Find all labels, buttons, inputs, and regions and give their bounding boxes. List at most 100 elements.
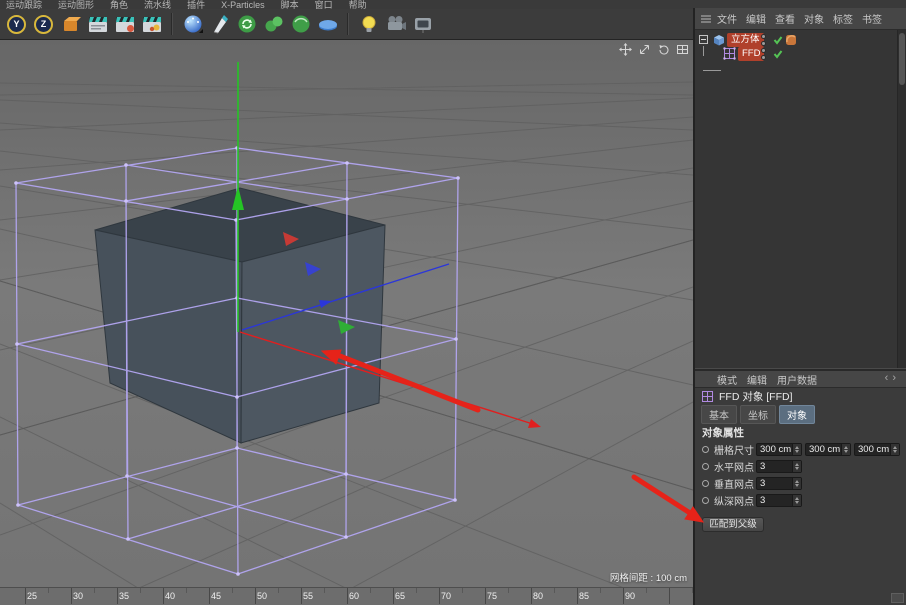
generator-icon: [290, 13, 312, 35]
menu-window[interactable]: 窗口: [315, 0, 333, 9]
object-label-cube[interactable]: 立方体: [727, 33, 764, 47]
toolbar-separator: [347, 13, 349, 35]
light-button[interactable]: [356, 12, 381, 37]
pan-icon[interactable]: [619, 43, 632, 56]
menu-help[interactable]: 帮助: [349, 0, 367, 9]
zoom-icon[interactable]: [638, 43, 651, 56]
horizontal-ruler: 25 30 35 40 45 50 55 60 65 70 75 80 85 9…: [0, 587, 693, 605]
viewport[interactable]: 网格间距 : 100 cm: [0, 40, 693, 587]
match-to-parent-button[interactable]: 匹配到父级: [702, 517, 764, 532]
spinner[interactable]: [792, 495, 801, 506]
coordinate-tool-button[interactable]: [58, 12, 83, 37]
render-picture-viewer-button[interactable]: [112, 12, 137, 37]
om-menu-file[interactable]: 文件: [717, 11, 737, 26]
metaball-button[interactable]: [261, 12, 286, 37]
menu-character[interactable]: 角色: [110, 0, 128, 9]
ffd-object-icon: [723, 47, 736, 60]
history-arrows[interactable]: ‹›: [885, 372, 900, 384]
optimize-button[interactable]: [234, 12, 259, 37]
render-view-button[interactable]: [85, 12, 110, 37]
property-label: 纵深网点: [714, 493, 756, 508]
panel-menu-icon[interactable]: [700, 14, 712, 24]
om-menu-tags[interactable]: 标签: [833, 11, 853, 26]
ruler-minor-ticks: [48, 588, 693, 593]
axis-x-arrow: [528, 419, 541, 428]
right-panel: 文件 编辑 查看 对象 标签 书签 立方体 FFD: [693, 8, 906, 605]
menu-xparticles[interactable]: X-Particles: [221, 0, 265, 9]
ruler-number: 55: [303, 591, 313, 601]
object-manager[interactable]: 立方体 FFD: [695, 30, 906, 368]
cinema4d-window: 运动跟踪 运动图形 角色 流水线 插件 X-Particles 脚本 窗口 帮助…: [0, 0, 906, 605]
ruler-number: 65: [395, 591, 405, 601]
am-menu-edit[interactable]: 编辑: [747, 372, 767, 387]
spline-pen-button[interactable]: [207, 12, 232, 37]
rotate-icon[interactable]: [657, 43, 670, 56]
grid-size-z-field[interactable]: 300 cm: [854, 443, 900, 456]
om-scrollbar[interactable]: [897, 30, 906, 368]
menu-motion-tracker[interactable]: 运动跟踪: [6, 0, 42, 9]
om-menu-bookmarks[interactable]: 书签: [862, 11, 882, 26]
keyframe-circle[interactable]: [702, 463, 709, 470]
tree-line: [703, 70, 721, 71]
generator-button[interactable]: [288, 12, 313, 37]
keyframe-circle[interactable]: [702, 446, 709, 453]
spinner[interactable]: [792, 478, 801, 489]
section-object-properties[interactable]: 对象属性: [695, 423, 906, 441]
expand-collapse-toggle[interactable]: [699, 35, 708, 44]
spinner[interactable]: [841, 444, 850, 455]
object-row-cube[interactable]: 立方体: [695, 33, 897, 47]
attribute-title: FFD 对象 [FFD]: [719, 389, 793, 404]
menu-mograph[interactable]: 运动图形: [58, 0, 94, 9]
depth-points-field[interactable]: 3: [756, 494, 802, 507]
spinner[interactable]: [890, 444, 899, 455]
stage-button[interactable]: [410, 12, 435, 37]
ruler-number: 75: [487, 591, 497, 601]
camera-button[interactable]: [383, 12, 408, 37]
grid-size-x-field[interactable]: 300 cm: [756, 443, 802, 456]
om-menu-view[interactable]: 查看: [775, 11, 795, 26]
om-menu-object[interactable]: 对象: [804, 11, 824, 26]
enabled-check-icon[interactable]: [773, 35, 783, 45]
y-button[interactable]: Y: [4, 12, 29, 37]
keyframe-circle[interactable]: [702, 480, 709, 487]
keyframe-circle[interactable]: [702, 497, 709, 504]
ruler-number: 50: [257, 591, 267, 601]
property-horizontal-points: 水平网点 3: [695, 458, 906, 475]
phong-tag-icon[interactable]: [785, 34, 797, 46]
cube-object[interactable]: [95, 188, 385, 443]
am-menu-mode[interactable]: 模式: [717, 372, 737, 387]
horizontal-points-field[interactable]: 3: [756, 460, 802, 473]
tab-coordinates[interactable]: 坐标: [740, 405, 776, 424]
spinner[interactable]: [792, 461, 801, 472]
om-menu-edit[interactable]: 编辑: [746, 11, 766, 26]
ffd-cage[interactable]: [16, 148, 458, 574]
property-label: 水平网点: [714, 459, 756, 474]
subdivision-surface-button[interactable]: [180, 12, 205, 37]
vertical-points-field[interactable]: 3: [756, 477, 802, 490]
render-settings-button[interactable]: [139, 12, 164, 37]
tab-object[interactable]: 对象: [779, 405, 815, 424]
property-vertical-points: 垂直网点 3: [695, 475, 906, 492]
grid-size-y-field[interactable]: 300 cm: [805, 443, 851, 456]
tab-basic[interactable]: 基本: [701, 405, 737, 424]
stage-icon: [412, 13, 434, 35]
menu-script[interactable]: 脚本: [281, 0, 299, 9]
floor-button[interactable]: [315, 12, 340, 37]
toggle-views-icon[interactable]: [676, 43, 689, 56]
metaball-icon: [263, 13, 285, 35]
property-rows: 栅格尺寸 300 cm 300 cm 300 cm 水平网点 3 垂直网点 3 …: [695, 441, 906, 509]
object-row-ffd[interactable]: FFD: [695, 47, 897, 61]
enabled-check-icon[interactable]: [773, 49, 783, 59]
visibility-toggles[interactable]: [761, 34, 766, 46]
menu-plugins[interactable]: 插件: [187, 0, 205, 9]
floor-icon: [317, 13, 339, 35]
spinner[interactable]: [792, 444, 801, 455]
property-grid-size: 栅格尺寸 300 cm 300 cm 300 cm: [695, 441, 906, 458]
am-menu-userdata[interactable]: 用户数据: [777, 372, 817, 387]
resize-grip[interactable]: [891, 593, 904, 603]
cube-object-icon: [712, 33, 726, 47]
menu-pipeline[interactable]: 流水线: [144, 0, 171, 9]
om-scrollbar-thumb[interactable]: [899, 33, 905, 85]
z-button[interactable]: Z: [31, 12, 56, 37]
visibility-toggles[interactable]: [761, 48, 766, 60]
